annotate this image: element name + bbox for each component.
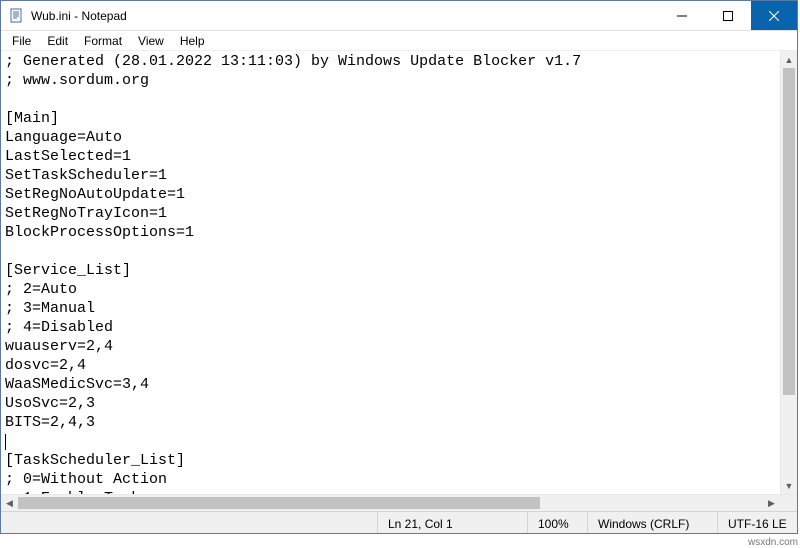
vertical-scroll-track[interactable] (781, 68, 797, 477)
scroll-up-icon[interactable]: ▲ (781, 51, 797, 68)
vertical-scrollbar[interactable]: ▲ ▼ (780, 51, 797, 494)
status-zoom: 100% (527, 512, 587, 533)
horizontal-scroll-thumb[interactable] (18, 497, 540, 509)
menu-help[interactable]: Help (173, 33, 212, 49)
menu-file[interactable]: File (5, 33, 38, 49)
scroll-left-icon[interactable]: ◀ (1, 495, 18, 511)
horizontal-scrollbar[interactable]: ◀ ▶ (1, 494, 797, 511)
horizontal-scroll-track[interactable] (18, 495, 763, 511)
scroll-right-icon[interactable]: ▶ (763, 495, 780, 511)
status-encoding: UTF-16 LE (717, 512, 797, 533)
close-button[interactable] (751, 1, 797, 30)
titlebar[interactable]: Wub.ini - Notepad (1, 1, 797, 31)
notepad-window: Wub.ini - Notepad File Edit Format View … (0, 0, 798, 534)
menu-format[interactable]: Format (77, 33, 129, 49)
minimize-button[interactable] (659, 1, 705, 30)
maximize-button[interactable] (705, 1, 751, 30)
text-editor[interactable]: ; Generated (28.01.2022 13:11:03) by Win… (1, 51, 780, 494)
menubar: File Edit Format View Help (1, 31, 797, 51)
watermark: wsxdn.com (748, 537, 798, 548)
scroll-down-icon[interactable]: ▼ (781, 477, 797, 494)
scroll-corner (780, 495, 797, 511)
window-title: Wub.ini - Notepad (31, 9, 127, 23)
vertical-scroll-thumb[interactable] (783, 68, 795, 395)
statusbar: Ln 21, Col 1 100% Windows (CRLF) UTF-16 … (1, 511, 797, 533)
menu-view[interactable]: View (131, 33, 171, 49)
status-line-col: Ln 21, Col 1 (377, 512, 527, 533)
menu-edit[interactable]: Edit (40, 33, 75, 49)
status-empty (1, 512, 377, 533)
notepad-icon (9, 8, 25, 24)
status-line-endings: Windows (CRLF) (587, 512, 717, 533)
